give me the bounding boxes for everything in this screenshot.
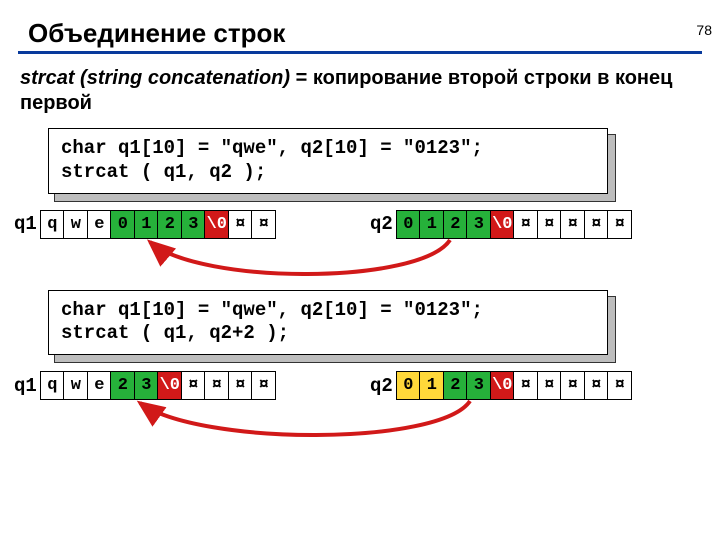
subtitle-fn: strcat <box>20 67 74 89</box>
subtitle: strcat (string concatenation) = копирова… <box>20 66 700 116</box>
arrow-2 <box>0 371 720 437</box>
subtitle-paren: (string concatenation) <box>80 67 290 89</box>
code-text-1: char q1[10] = "qwe", q2[10] = "0123"; st… <box>48 128 608 194</box>
code-text-2: char q1[10] = "qwe", q2[10] = "0123"; st… <box>48 290 608 356</box>
page-number: 78 <box>696 22 712 38</box>
array-row-2: q1 qwe23\0¤¤¤¤ q2 0123\0¤¤¤¤¤ <box>0 371 720 437</box>
code-block-2: char q1[10] = "qwe", q2[10] = "0123"; st… <box>48 290 608 356</box>
arrow-1 <box>0 210 720 276</box>
title-rule <box>18 51 702 54</box>
array-row-1: q1 qwe0123\0¤¤ q2 0123\0¤¤¤¤¤ <box>0 210 720 276</box>
slide-title: Объединение строк <box>28 18 720 49</box>
code-block-1: char q1[10] = "qwe", q2[10] = "0123"; st… <box>48 128 608 194</box>
